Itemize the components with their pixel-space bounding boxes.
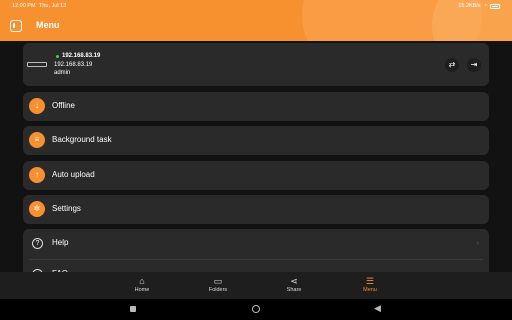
nas-device-icon — [27, 62, 47, 67]
status-date: Thu, Jul 13 — [39, 3, 67, 9]
chevron-right-icon: › — [476, 238, 479, 247]
status-time: 12:00 PM — [12, 3, 36, 9]
menu-item-label: Help — [52, 238, 69, 247]
gear-icon: ✲ — [29, 201, 45, 217]
sidebar-toggle-icon[interactable] — [10, 20, 22, 32]
download-icon: ↓ — [29, 98, 45, 114]
app-bar: Menu — [0, 14, 512, 40]
tab-share[interactable]: ⋖ Share — [264, 272, 324, 299]
status-bar: 12:00 PM Thu, Jul 13 15.2KB/s ◔ — [0, 0, 512, 12]
device-address: 192.168.83.19 — [54, 62, 93, 68]
menu-item-offline[interactable]: ↓ Offline — [23, 92, 489, 121]
device-card[interactable]: 192.168.83.19 192.168.83.19 admin ⇄ ⇥ — [23, 43, 489, 86]
switch-device-icon[interactable]: ⇄ — [445, 58, 459, 72]
online-status-icon — [56, 55, 59, 58]
share-icon: ⋖ — [290, 276, 298, 286]
tab-home[interactable]: ⌂ Home — [112, 272, 172, 299]
recents-icon[interactable] — [130, 306, 136, 312]
layers-icon: ≡ — [29, 132, 45, 148]
network-speed: 15.2KB/s — [458, 3, 481, 9]
tab-label: Folders — [208, 287, 228, 293]
menu-item-settings[interactable]: ✲ Settings — [23, 195, 489, 224]
menu-item-background-task[interactable]: ≡ Background task — [23, 126, 489, 155]
question-icon: ? — [32, 238, 43, 249]
system-nav-bar: ◀ — [0, 299, 512, 320]
folder-icon: ▭ — [213, 276, 223, 286]
tab-label: Home — [134, 287, 150, 293]
upload-icon: ↑ — [29, 167, 45, 183]
page-title: Menu — [36, 20, 60, 30]
device-name: 192.168.83.19 — [62, 53, 101, 59]
status-right: 15.2KB/s ◔ — [458, 3, 500, 9]
bottom-tab-bar: ⌂ Home ▭ Folders ⋖ Share ☰ Menu — [0, 272, 512, 299]
tab-label: Menu — [363, 287, 377, 293]
menu-item-label: Background task — [52, 135, 112, 144]
logout-icon[interactable]: ⇥ — [467, 58, 481, 72]
menu-item-label: Offline — [52, 101, 75, 110]
tab-menu[interactable]: ☰ Menu — [340, 272, 400, 299]
menu-item-help[interactable]: ? Help › — [23, 229, 489, 259]
device-user: admin — [54, 70, 71, 76]
menu-item-auto-upload[interactable]: ↑ Auto upload — [23, 161, 489, 190]
list-icon: ☰ — [365, 276, 375, 286]
back-icon[interactable]: ◀ — [374, 303, 381, 314]
tab-label: Share — [286, 287, 302, 293]
home-icon: ⌂ — [139, 276, 145, 286]
menu-item-label: Auto upload — [52, 170, 95, 179]
battery-icon — [490, 3, 500, 9]
wifi-icon: ◔ — [483, 3, 487, 9]
tab-folders[interactable]: ▭ Folders — [188, 272, 248, 299]
home-button-icon[interactable] — [252, 305, 260, 313]
menu-item-label: Settings — [52, 204, 81, 213]
